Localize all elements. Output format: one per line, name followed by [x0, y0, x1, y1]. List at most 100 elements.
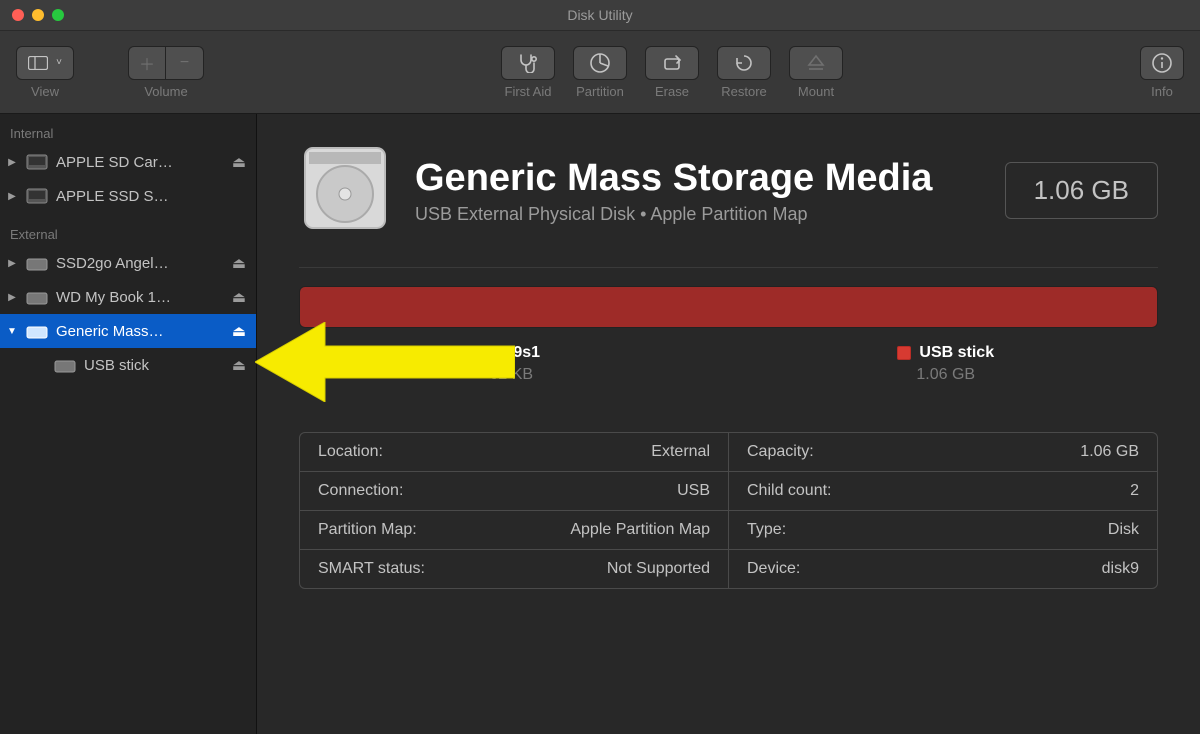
info-key: Type:	[747, 521, 786, 539]
mount-icon	[806, 53, 826, 73]
info-icon	[1151, 52, 1173, 74]
disk-title: Generic Mass Storage Media	[415, 157, 932, 200]
info-row: Child count: 2	[729, 472, 1157, 511]
sidebar-item-apple-sd-card[interactable]: ▶ APPLE SD Car… ⏏	[0, 145, 256, 179]
disk-header: Generic Mass Storage Media USB External …	[299, 142, 1158, 239]
disk-size-badge: 1.06 GB	[1005, 162, 1158, 219]
toolbar-mount-label: Mount	[798, 84, 834, 99]
pie-icon	[589, 52, 611, 74]
info-key: SMART status:	[318, 560, 425, 578]
sidebar-icon	[28, 56, 48, 70]
info-key: Child count:	[747, 482, 832, 500]
info-row: Partition Map: Apple Partition Map	[300, 511, 728, 550]
sidebar-item-apple-ssd[interactable]: ▶ APPLE SSD S…	[0, 179, 256, 213]
legend-swatch-icon	[482, 346, 496, 360]
info-row: Device: disk9	[729, 550, 1157, 588]
minus-icon: −	[180, 54, 189, 72]
main-pane: Generic Mass Storage Media USB External …	[257, 114, 1200, 734]
toolbar: ˅ View ＋ − Volume	[0, 31, 1200, 114]
window-title: Disk Utility	[0, 7, 1200, 23]
sidebar: Internal ▶ APPLE SD Car… ⏏ ▶ APPLE SSD S…	[0, 114, 257, 734]
info-key: Connection:	[318, 482, 403, 500]
info-value: Not Supported	[607, 560, 710, 578]
internal-disk-icon	[24, 151, 50, 173]
disk-label: APPLE SD Car…	[56, 154, 226, 171]
disclosure-triangle-icon[interactable]: ▶	[6, 292, 18, 303]
info-value: disk9	[1102, 560, 1139, 578]
toolbar-view-label: View	[31, 84, 59, 99]
disclosure-triangle-icon[interactable]: ▶	[6, 157, 18, 168]
view-dropdown-button[interactable]: ˅	[16, 46, 74, 80]
disk-label: SSD2go Angel…	[56, 255, 226, 272]
partition-bar[interactable]	[299, 286, 1158, 328]
volume-add-button[interactable]: ＋	[128, 46, 166, 80]
disk-large-icon	[299, 142, 391, 239]
partition-legend-item: k9s1 32 KB	[299, 344, 724, 384]
partition-size: 1.06 GB	[916, 366, 975, 384]
partition-legend-item: USB stick 1.06 GB	[734, 344, 1159, 384]
plus-icon: ＋	[139, 51, 155, 75]
info-key: Device:	[747, 560, 800, 578]
partition-button[interactable]	[573, 46, 627, 80]
sidebar-item-wd-mybook[interactable]: ▶ WD My Book 1… ⏏	[0, 280, 256, 314]
disk-label: USB stick	[84, 357, 226, 374]
eject-icon[interactable]: ⏏	[232, 356, 246, 374]
disclosure-triangle-icon[interactable]: ▶	[6, 258, 18, 269]
sidebar-section-internal: Internal	[0, 122, 256, 145]
partition-size: 32 KB	[489, 366, 533, 384]
info-value: 1.06 GB	[1080, 443, 1139, 461]
disclosure-triangle-icon[interactable]: ▼	[6, 326, 18, 337]
disk-label: Generic Mass…	[56, 323, 226, 340]
info-row: Connection: USB	[300, 472, 728, 511]
external-disk-icon	[24, 252, 50, 274]
disk-label: WD My Book 1…	[56, 289, 226, 306]
toolbar-info-label: Info	[1151, 84, 1173, 99]
erase-button[interactable]	[645, 46, 699, 80]
toolbar-partition-label: Partition	[576, 84, 624, 99]
toolbar-volume-label: Volume	[144, 84, 187, 99]
stethoscope-icon	[516, 53, 540, 73]
info-row: Location: External	[300, 433, 728, 472]
window: Disk Utility ˅ View ＋ − Volum	[0, 0, 1200, 734]
toolbar-restore-label: Restore	[721, 84, 767, 99]
info-button[interactable]	[1140, 46, 1184, 80]
eject-icon[interactable]: ⏏	[232, 322, 246, 340]
titlebar[interactable]: Disk Utility	[0, 0, 1200, 31]
divider	[299, 267, 1158, 268]
sidebar-item-generic-mass-storage[interactable]: ▼ Generic Mass… ⏏	[0, 314, 256, 348]
info-row: Type: Disk	[729, 511, 1157, 550]
toolbar-erase-label: Erase	[655, 84, 689, 99]
info-row: SMART status: Not Supported	[300, 550, 728, 588]
sidebar-item-usb-stick[interactable]: USB stick ⏏	[0, 348, 256, 382]
mount-button[interactable]	[789, 46, 843, 80]
disk-label: APPLE SSD S…	[56, 188, 246, 205]
disk-info-table: Location: External Connection: USB Parti…	[299, 432, 1158, 589]
external-disk-icon	[24, 320, 50, 342]
legend-swatch-icon	[897, 346, 911, 360]
disk-title-block: Generic Mass Storage Media USB External …	[415, 157, 932, 225]
eject-icon[interactable]: ⏏	[232, 254, 246, 272]
sidebar-item-ssd2go[interactable]: ▶ SSD2go Angel… ⏏	[0, 246, 256, 280]
first-aid-button[interactable]	[501, 46, 555, 80]
volume-remove-button[interactable]: −	[166, 46, 204, 80]
disclosure-triangle-icon[interactable]: ▶	[6, 191, 18, 202]
info-value: Apple Partition Map	[570, 521, 710, 539]
partition-legend: k9s1 32 KB USB stick 1.06 GB	[299, 344, 1158, 384]
chevron-down-icon: ˅	[56, 57, 62, 68]
eject-icon[interactable]: ⏏	[232, 153, 246, 171]
restore-button[interactable]	[717, 46, 771, 80]
toolbar-firstaid-label: First Aid	[505, 84, 552, 99]
info-key: Capacity:	[747, 443, 814, 461]
info-value: USB	[677, 482, 710, 500]
disk-subtitle: USB External Physical Disk • Apple Parti…	[415, 204, 932, 225]
info-value: 2	[1130, 482, 1139, 500]
eject-icon[interactable]: ⏏	[232, 288, 246, 306]
erase-icon	[660, 53, 684, 73]
external-disk-icon	[24, 286, 50, 308]
partition-name: k9s1	[504, 344, 540, 362]
info-key: Partition Map:	[318, 521, 417, 539]
info-key: Location:	[318, 443, 383, 461]
volume-icon	[52, 354, 78, 376]
internal-disk-icon	[24, 185, 50, 207]
partition-name: USB stick	[919, 344, 994, 362]
